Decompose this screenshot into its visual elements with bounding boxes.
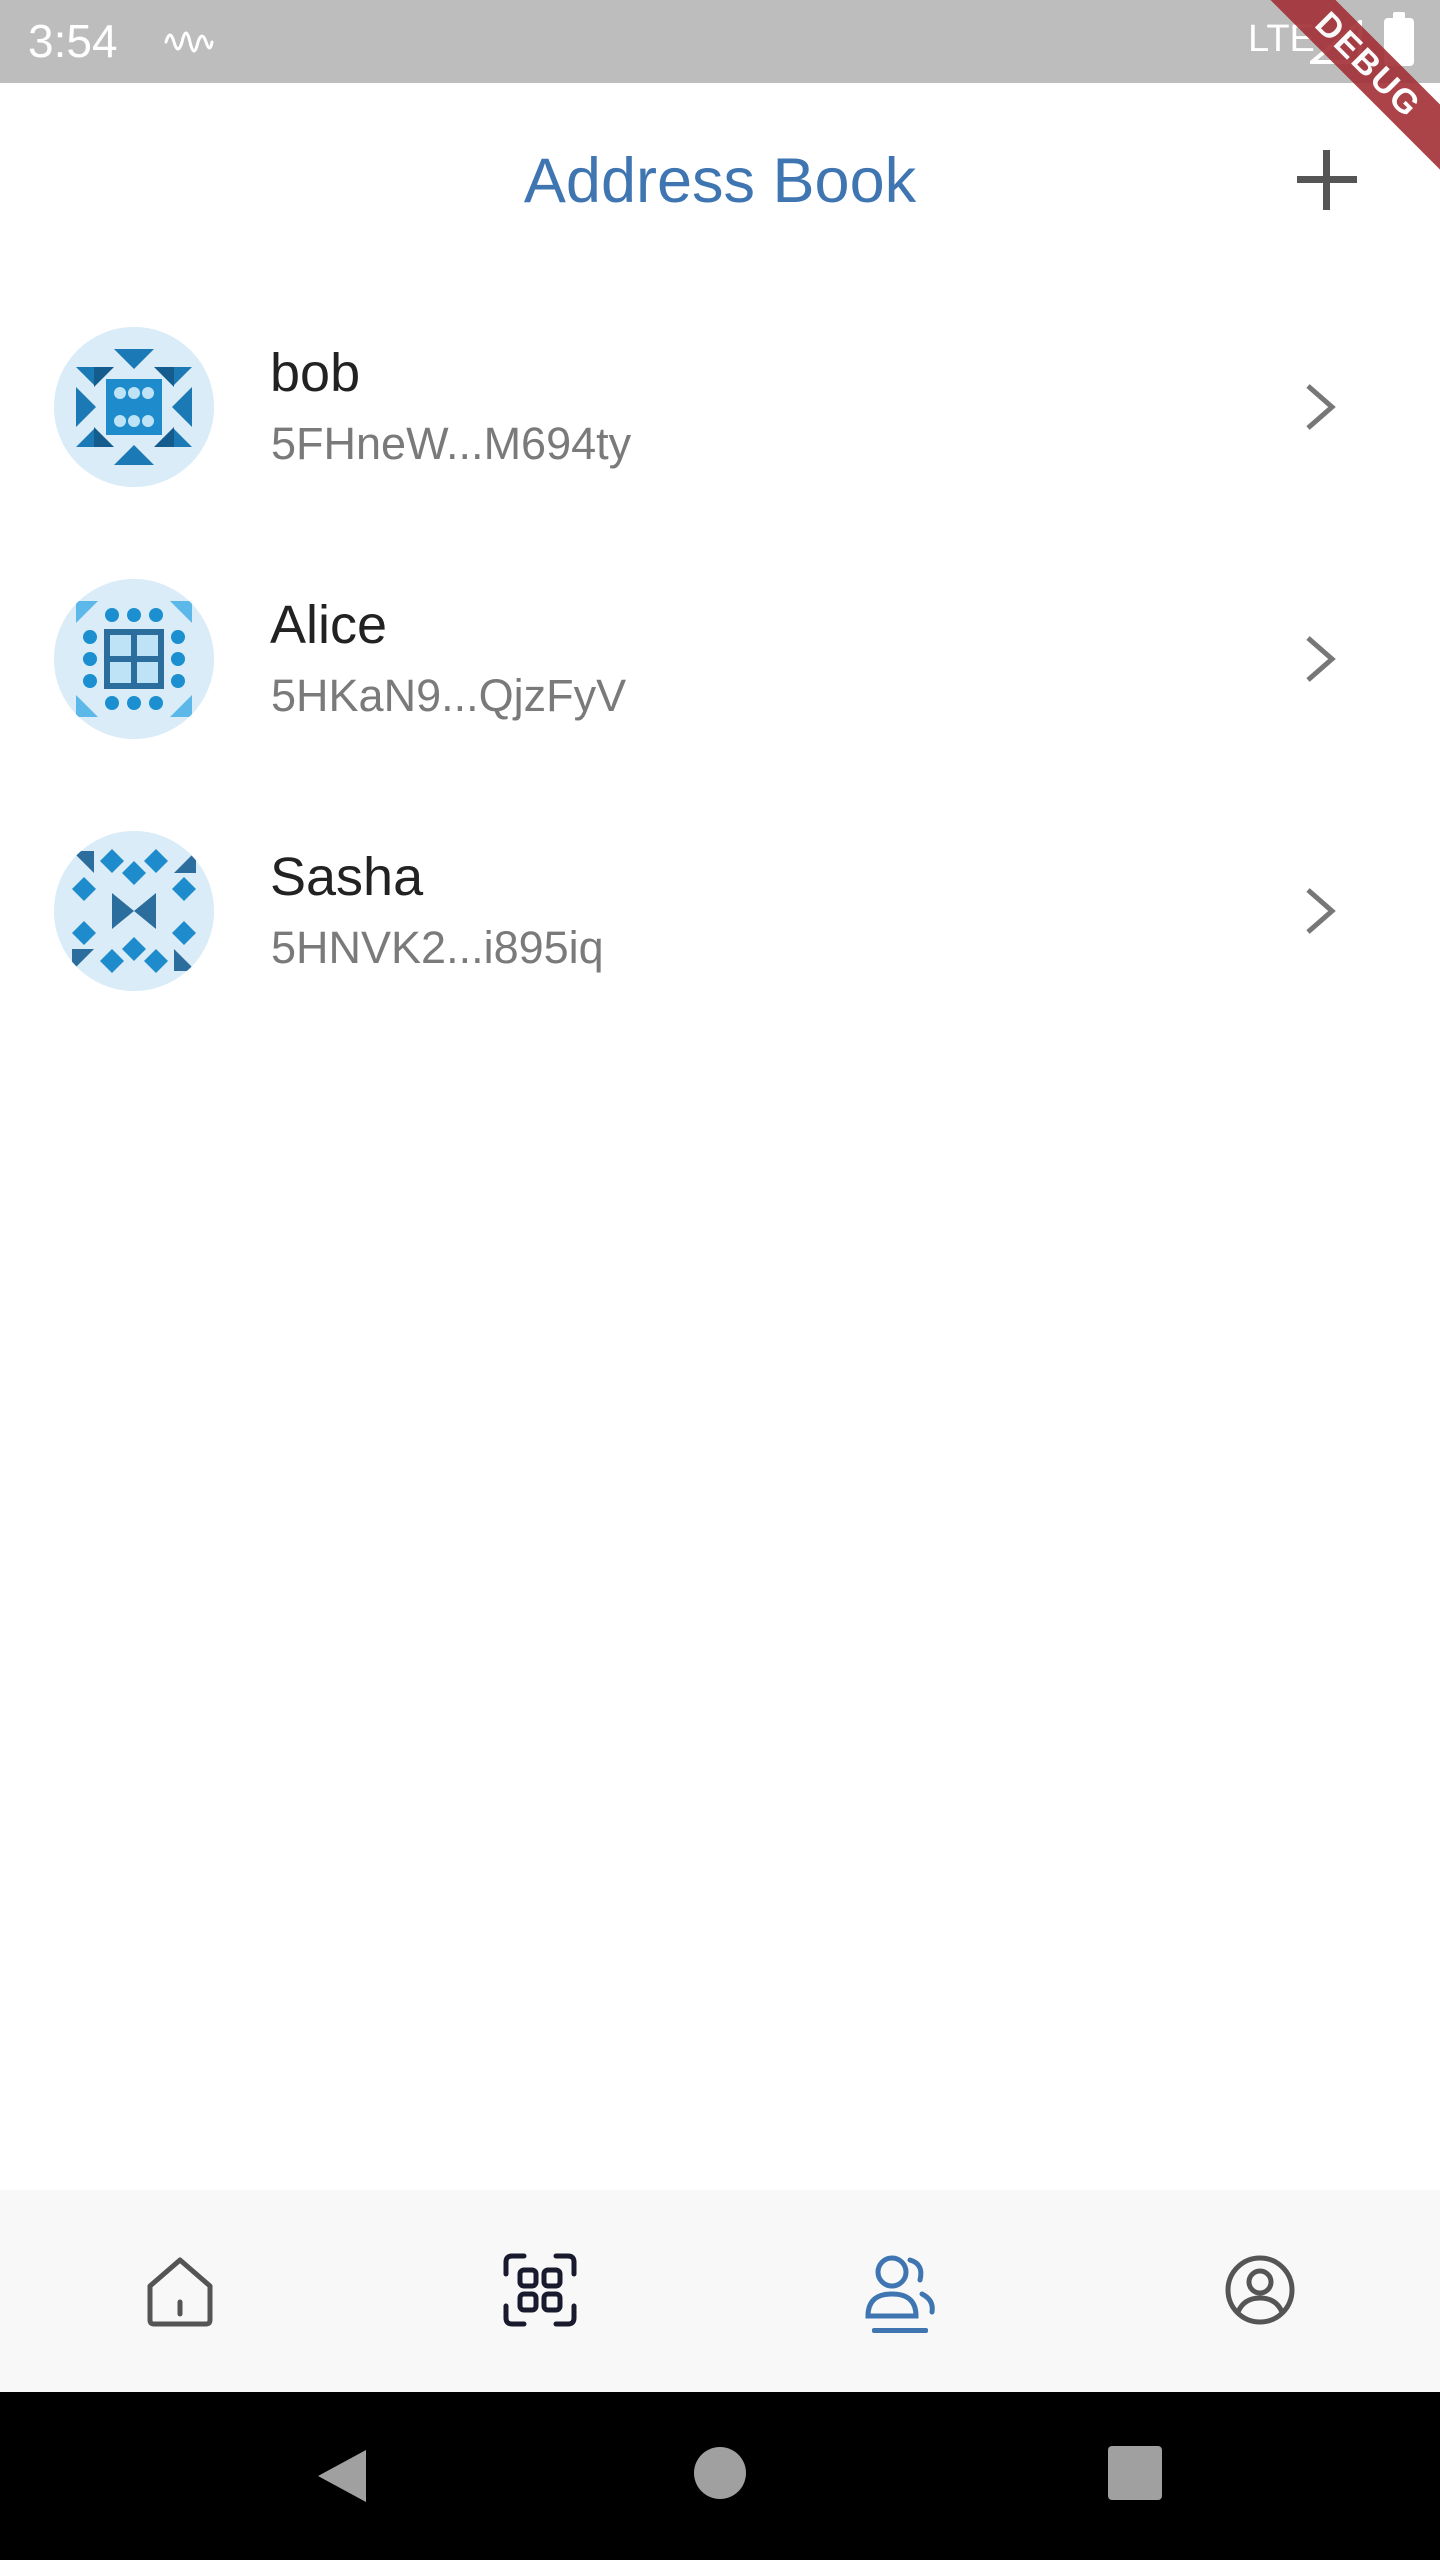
contact-name: Alice xyxy=(270,595,388,655)
identicon-avatar xyxy=(54,327,214,487)
contact-address: 5HNVK2...i895iq xyxy=(271,922,604,973)
contact-list: bob 5FHneW...M694ty Alice 5HKaN9...QjzFy… xyxy=(0,300,1440,1056)
contact-row-alice[interactable]: Alice 5HKaN9...QjzFyV xyxy=(0,552,1440,804)
home-circle-icon[interactable] xyxy=(694,2447,746,2499)
page-title: Address Book xyxy=(523,146,917,216)
chevron-right-icon xyxy=(1306,636,1336,682)
add-contact-button[interactable] xyxy=(1290,143,1364,217)
contact-row-bob[interactable]: bob 5FHneW...M694ty xyxy=(0,300,1440,552)
chevron-right-icon xyxy=(1306,384,1336,430)
recents-icon[interactable] xyxy=(1108,2446,1162,2500)
status-bar: 3:54 LTE xyxy=(0,0,1440,83)
home-icon[interactable] xyxy=(140,2250,220,2330)
identicon-avatar xyxy=(54,831,214,991)
waveform-icon xyxy=(164,31,214,53)
system-navigation-bar xyxy=(0,2392,1440,2560)
contact-name: Sasha xyxy=(270,847,424,907)
contact-address: 5FHneW...M694ty xyxy=(271,418,632,469)
back-icon[interactable] xyxy=(312,2446,372,2506)
status-time: 3:54 xyxy=(28,15,118,67)
profile-icon[interactable] xyxy=(1220,2250,1300,2330)
contact-row-sasha[interactable]: Sasha 5HNVK2...i895iq xyxy=(0,804,1440,1056)
contact-address: 5HKaN9...QjzFyV xyxy=(271,670,627,721)
identicon-avatar xyxy=(54,579,214,739)
contacts-icon[interactable] xyxy=(860,2250,940,2330)
contact-name: bob xyxy=(270,343,361,403)
app-header: Address Book xyxy=(0,83,1440,283)
active-tab-indicator xyxy=(872,2328,928,2333)
bottom-navigation xyxy=(0,2190,1440,2392)
chevron-right-icon xyxy=(1306,888,1336,934)
qr-scan-icon[interactable] xyxy=(500,2250,580,2330)
